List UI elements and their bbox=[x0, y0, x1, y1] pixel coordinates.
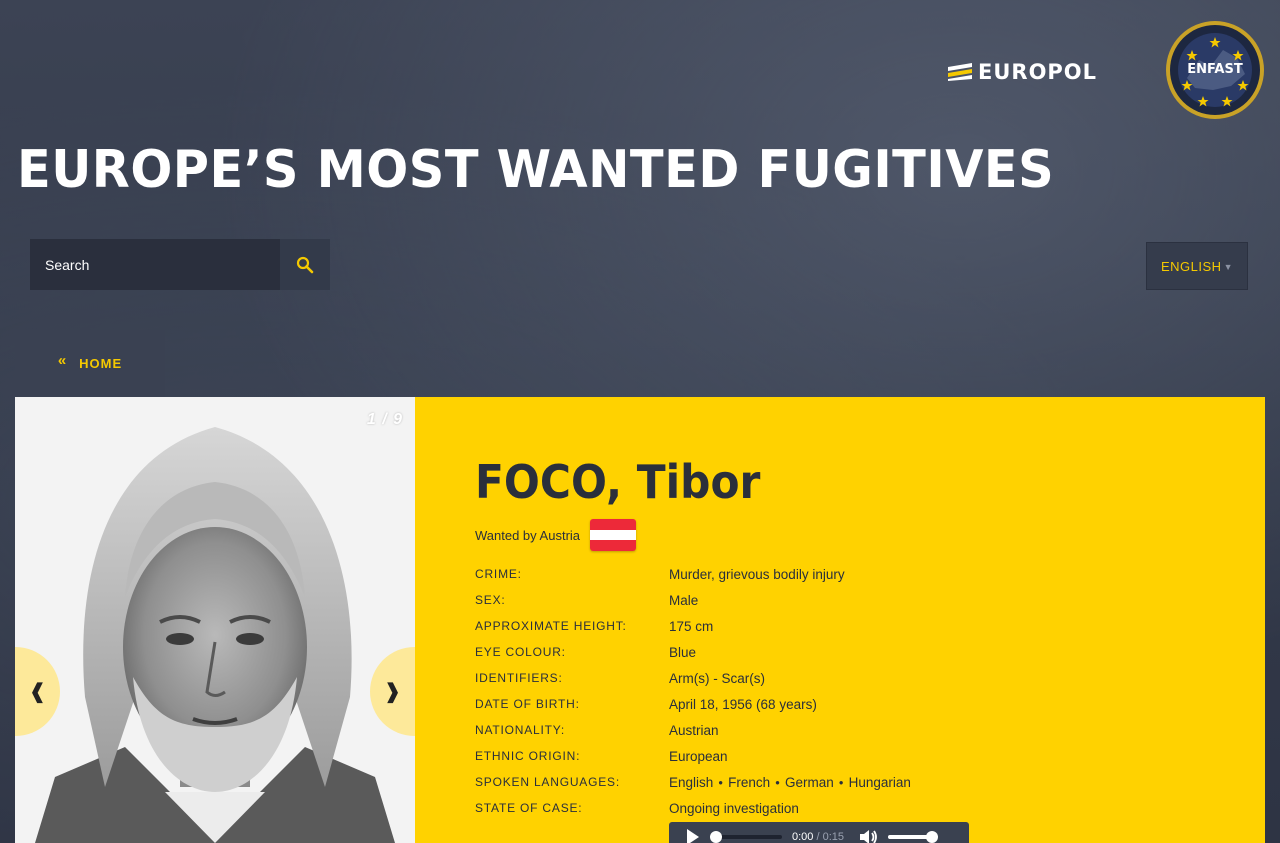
detail-label: SPOKEN LANGUAGES: bbox=[475, 775, 620, 789]
wanted-by: Wanted by Austria bbox=[475, 517, 637, 553]
flag-stripe-bottom bbox=[590, 540, 637, 551]
fugitive-details-table: CRIME: Murder, grievous bodily injury SE… bbox=[475, 561, 1175, 821]
volume-icon[interactable] bbox=[860, 829, 878, 843]
detail-label: EYE COLOUR: bbox=[475, 645, 566, 659]
detail-label: DATE OF BIRTH: bbox=[475, 697, 580, 711]
photo-counter: 1 / 9 bbox=[366, 411, 403, 428]
detail-row-identifiers: IDENTIFIERS: Arm(s) - Scar(s) bbox=[475, 665, 1175, 691]
language-select[interactable]: ENGLISH ▼ bbox=[1146, 242, 1248, 290]
detail-label: ETHNIC ORIGIN: bbox=[475, 749, 581, 763]
bullet-separator: ● bbox=[838, 777, 844, 787]
chevron-right-icon: ❱ bbox=[384, 681, 401, 703]
detail-row-nationality: NATIONALITY: Austrian bbox=[475, 717, 1175, 743]
bullet-separator: ● bbox=[775, 777, 780, 787]
bullet-separator: ● bbox=[718, 777, 724, 787]
detail-label: NATIONALITY: bbox=[475, 723, 566, 737]
fugitive-details-panel: FOCO, Tibor Wanted by Austria CRIME: Mur… bbox=[415, 397, 1265, 843]
detail-value: 175 cm bbox=[669, 618, 714, 634]
detail-value: Austrian bbox=[669, 722, 719, 738]
flag-stripe-top bbox=[590, 519, 637, 530]
play-icon[interactable] bbox=[687, 829, 699, 843]
dropdown-arrow-icon: ▼ bbox=[1223, 262, 1233, 272]
detail-label: IDENTIFIERS: bbox=[475, 671, 563, 685]
chevron-left-icon: ❰ bbox=[29, 681, 46, 703]
detail-label: APPROXIMATE HEIGHT: bbox=[475, 619, 627, 633]
detail-value: Arm(s) - Scar(s) bbox=[669, 670, 765, 686]
detail-value: April 18, 1956 (68 years) bbox=[669, 696, 817, 712]
detail-row-crime: CRIME: Murder, grievous bodily injury bbox=[475, 561, 1175, 587]
audio-progress-slider[interactable] bbox=[710, 831, 782, 843]
detail-value: Ongoing investigation bbox=[669, 800, 799, 816]
detail-label: STATE OF CASE: bbox=[475, 801, 583, 815]
detail-row-height: APPROXIMATE HEIGHT: 175 cm bbox=[475, 613, 1175, 639]
search-bar bbox=[30, 239, 330, 290]
language-selected-value: ENGLISH bbox=[1161, 258, 1222, 274]
page-title: EUROPE’S MOST WANTED FUGITIVES bbox=[17, 140, 1055, 200]
detail-value: Male bbox=[669, 592, 699, 608]
audio-duration: 0:15 bbox=[822, 831, 845, 843]
search-button[interactable] bbox=[280, 239, 330, 290]
double-chevron-left-icon: « bbox=[57, 352, 68, 369]
europol-logo-text: EUROPOL bbox=[978, 60, 1098, 84]
spoken-languages-list: English ● French ● German ● Hungarian bbox=[669, 775, 911, 790]
language-item: French bbox=[728, 774, 771, 790]
wanted-by-text: Wanted by Austria bbox=[475, 527, 581, 543]
detail-row-state-of-case: STATE OF CASE: Ongoing investigation bbox=[475, 795, 1175, 821]
volume-slider[interactable] bbox=[888, 831, 939, 843]
europol-logo[interactable]: EUROPOL bbox=[948, 60, 1124, 84]
detail-row-eye-colour: EYE COLOUR: Blue bbox=[475, 639, 1175, 665]
detail-row-date-of-birth: DATE OF BIRTH: April 18, 1956 (68 years) bbox=[475, 691, 1175, 717]
detail-row-ethnic-origin: ETHNIC ORIGIN: European bbox=[475, 743, 1175, 769]
flag-stripe-middle bbox=[590, 529, 637, 541]
audio-current-time: 0:00 bbox=[792, 831, 814, 843]
search-icon bbox=[296, 256, 314, 273]
fugitive-photo bbox=[15, 397, 415, 843]
audio-time: 0:00 / 0:15 bbox=[792, 831, 844, 843]
home-link[interactable]: « HOME bbox=[15, 330, 165, 397]
search-input[interactable] bbox=[30, 239, 280, 290]
language-item: German bbox=[785, 774, 834, 790]
detail-label: CRIME: bbox=[475, 567, 522, 581]
austria-flag-icon bbox=[590, 519, 637, 551]
detail-label: SEX: bbox=[475, 593, 506, 607]
detail-row-sex: SEX: Male bbox=[475, 587, 1175, 613]
home-label: HOME bbox=[79, 356, 123, 371]
europol-emblem-icon bbox=[948, 63, 972, 81]
detail-value: European bbox=[669, 748, 728, 764]
fugitive-photo-gallery: 1 / 9 ❰ ❱ bbox=[15, 397, 415, 843]
fugitive-name: FOCO, Tibor bbox=[475, 455, 761, 509]
detail-row-spoken-languages: SPOKEN LANGUAGES: English ● French ● Ger… bbox=[475, 769, 1175, 795]
enfast-logo-text: ENFAST bbox=[1187, 62, 1243, 77]
detail-value: Blue bbox=[669, 644, 697, 660]
detail-value: Murder, grievous bodily injury bbox=[669, 566, 845, 582]
language-item: Hungarian bbox=[848, 774, 911, 790]
audio-time-separator: / bbox=[816, 831, 820, 843]
language-item: English bbox=[669, 774, 714, 790]
enfast-logo[interactable]: ENFAST bbox=[1165, 20, 1265, 120]
voice-audio-player: 0:00 / 0:15 bbox=[669, 822, 969, 843]
